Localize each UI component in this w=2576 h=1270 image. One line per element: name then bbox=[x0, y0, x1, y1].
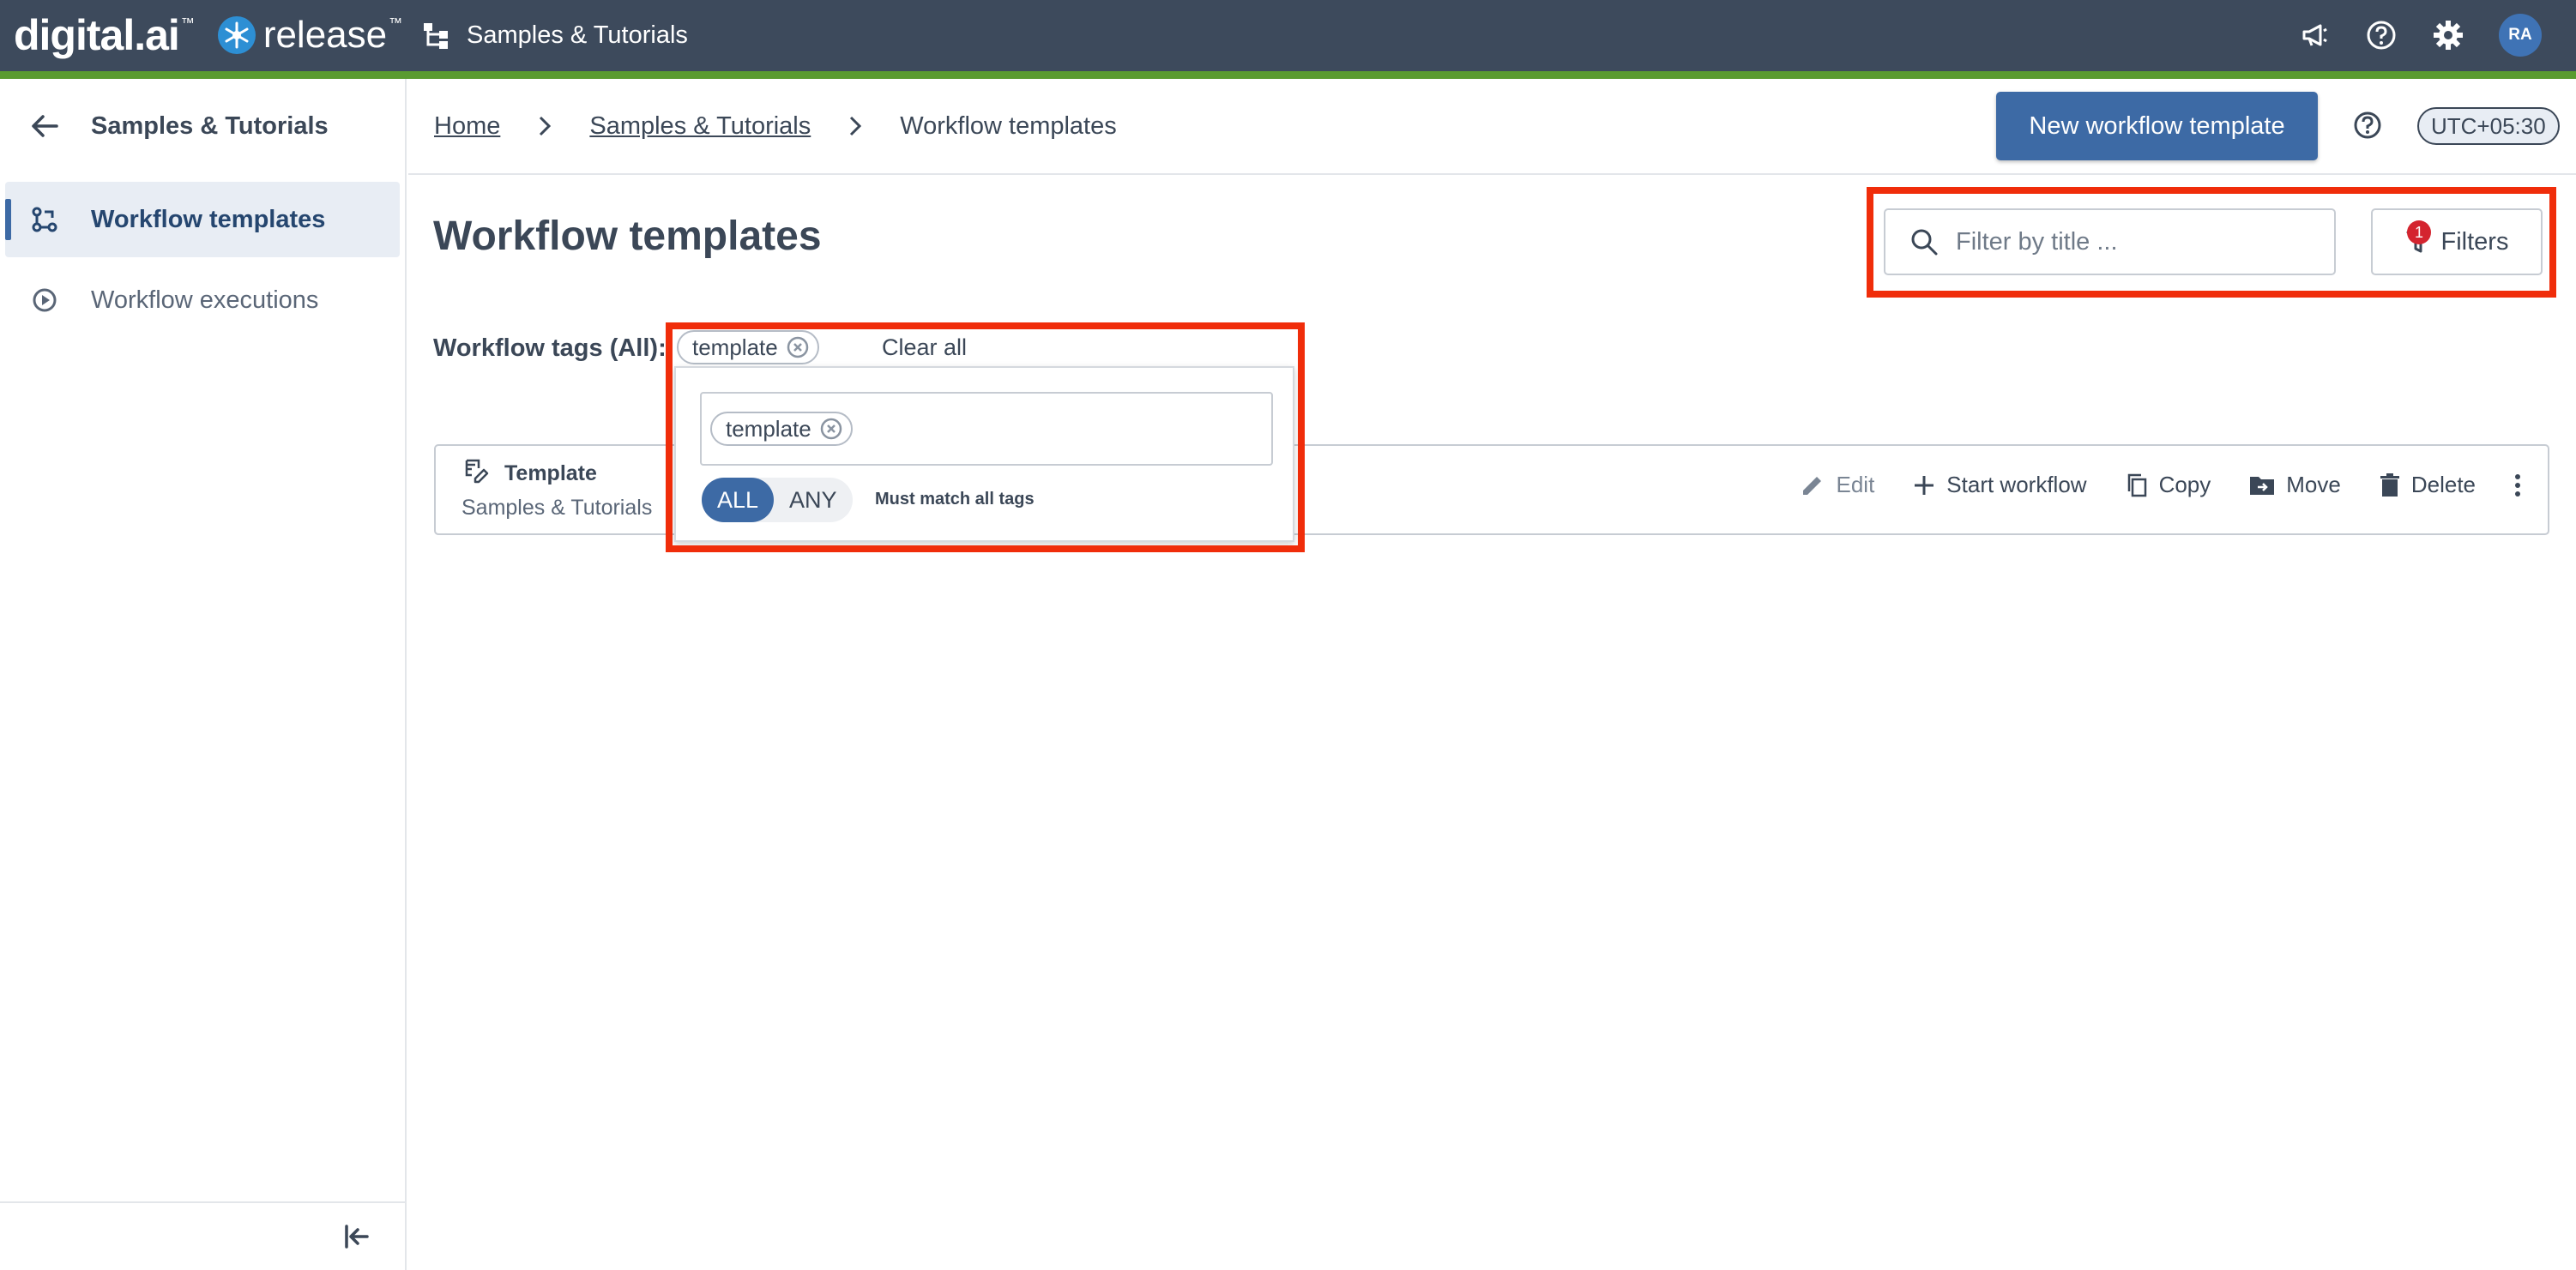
page-title: Workflow templates bbox=[433, 214, 822, 259]
delete-button[interactable]: Delete bbox=[2379, 472, 2476, 498]
digitalai-wordmark: digital.ai bbox=[14, 11, 180, 59]
announcements-icon[interactable] bbox=[2298, 19, 2331, 51]
sidebar-title: Samples & Tutorials bbox=[91, 111, 329, 140]
folder-move-icon bbox=[2250, 476, 2275, 495]
release-wordmark: release bbox=[262, 14, 388, 56]
pencil-icon bbox=[1803, 476, 1822, 495]
workflow-template-icon bbox=[32, 207, 57, 232]
search-input[interactable] bbox=[1954, 226, 2314, 257]
play-circle-icon bbox=[33, 288, 57, 312]
top-navigation-bar: digital.ai ™ release ™ Samples & Tutoria… bbox=[0, 0, 2576, 71]
filters-count-badge: 1 bbox=[2407, 220, 2431, 244]
chevron-right-icon bbox=[538, 115, 552, 137]
help-icon[interactable] bbox=[2365, 19, 2398, 51]
start-workflow-button[interactable]: Start workflow bbox=[1912, 472, 2087, 498]
breadcrumb-current: Workflow templates bbox=[900, 111, 1117, 140]
new-workflow-template-button[interactable]: New workflow template bbox=[1996, 92, 2318, 160]
sidebar-item-label: Workflow templates bbox=[91, 205, 326, 233]
filters-button-label: Filters bbox=[2440, 227, 2509, 256]
folder-nav-item[interactable]: Samples & Tutorials bbox=[422, 17, 688, 53]
sidebar-item-workflow-templates[interactable]: Workflow templates bbox=[5, 182, 400, 257]
highlight-box-tags bbox=[666, 322, 1305, 552]
sidebar-item-workflow-executions[interactable]: Workflow executions bbox=[5, 262, 400, 338]
trash-icon bbox=[2380, 472, 2399, 497]
chevron-right-icon bbox=[848, 115, 862, 137]
copy-icon bbox=[2127, 473, 2146, 497]
copy-button[interactable]: Copy bbox=[2125, 472, 2211, 498]
edit-button[interactable]: Edit bbox=[1800, 472, 1874, 498]
sidebar-header: Samples & Tutorials bbox=[0, 79, 405, 173]
collapse-sidebar-icon[interactable] bbox=[343, 1224, 371, 1249]
template-title[interactable]: Template bbox=[504, 461, 597, 486]
accent-bar bbox=[0, 71, 2576, 79]
sidebar: Samples & Tutorials Workflow templates W… bbox=[0, 79, 407, 1270]
search-icon bbox=[1911, 229, 1938, 256]
sidebar-footer bbox=[0, 1201, 405, 1270]
folder-nav-label: Samples & Tutorials bbox=[467, 21, 688, 49]
brand-logo[interactable]: digital.ai ™ release ™ bbox=[14, 7, 402, 63]
folder-tree-icon bbox=[424, 23, 448, 49]
breadcrumb-folder[interactable]: Samples & Tutorials bbox=[589, 112, 811, 141]
more-options-button[interactable] bbox=[2513, 472, 2522, 498]
timezone-chip[interactable]: UTC+05:30 bbox=[2417, 107, 2560, 145]
breadcrumb-home[interactable]: Home bbox=[434, 112, 500, 141]
settings-gear-icon[interactable] bbox=[2432, 19, 2464, 51]
template-folder: Samples & Tutorials bbox=[462, 496, 653, 520]
plus-icon bbox=[1915, 475, 1934, 495]
sidebar-item-label: Workflow executions bbox=[91, 286, 319, 314]
help-icon[interactable] bbox=[2352, 110, 2383, 141]
release-logo-icon bbox=[217, 16, 256, 54]
user-avatar[interactable]: RA bbox=[2499, 14, 2542, 57]
template-edit-icon bbox=[465, 459, 489, 484]
kebab-menu-icon bbox=[2515, 473, 2520, 497]
filters-button[interactable]: 1 Filters bbox=[2371, 208, 2543, 275]
search-box bbox=[1884, 208, 2336, 275]
move-button[interactable]: Move bbox=[2248, 472, 2341, 498]
workflow-tags-label: Workflow tags (All): bbox=[433, 334, 667, 362]
back-arrow-icon[interactable] bbox=[31, 114, 58, 138]
